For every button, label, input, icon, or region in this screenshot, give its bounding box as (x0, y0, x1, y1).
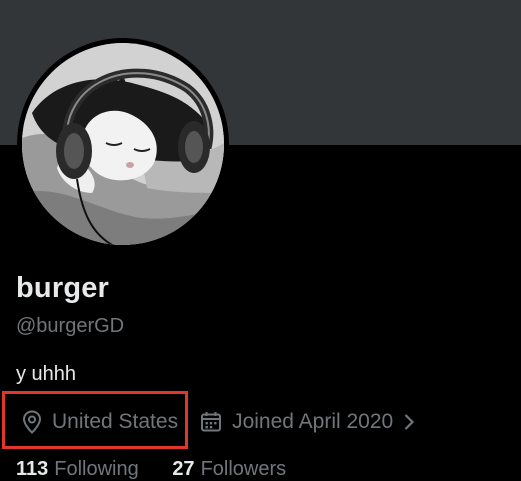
profile-joined-date[interactable]: Joined April 2020 (200, 410, 415, 434)
location-pin-icon (22, 410, 42, 434)
followers-count: 27 (172, 458, 195, 480)
profile-location: United States (16, 410, 178, 434)
profile-bio: y uhhh (16, 363, 77, 385)
chevron-right-icon (403, 412, 415, 432)
avatar-image (22, 43, 224, 245)
profile-stats: 113 Following 27 Followers (16, 458, 286, 481)
calendar-icon (200, 411, 222, 433)
profile-joined-text: Joined April 2020 (232, 410, 394, 433)
followers-link[interactable]: 27 Followers (172, 458, 286, 481)
following-count: 113 (16, 458, 49, 480)
profile-meta-row: United States Joined April 2020 (16, 406, 415, 438)
profile-handle: @burgerGD (16, 315, 125, 337)
profile-location-text: United States (52, 410, 179, 433)
following-link[interactable]: 113 Following (16, 458, 139, 481)
profile-avatar[interactable] (17, 38, 229, 250)
following-label: Following (54, 458, 139, 480)
followers-label: Followers (200, 458, 287, 480)
profile-display-name: burger (16, 272, 110, 304)
